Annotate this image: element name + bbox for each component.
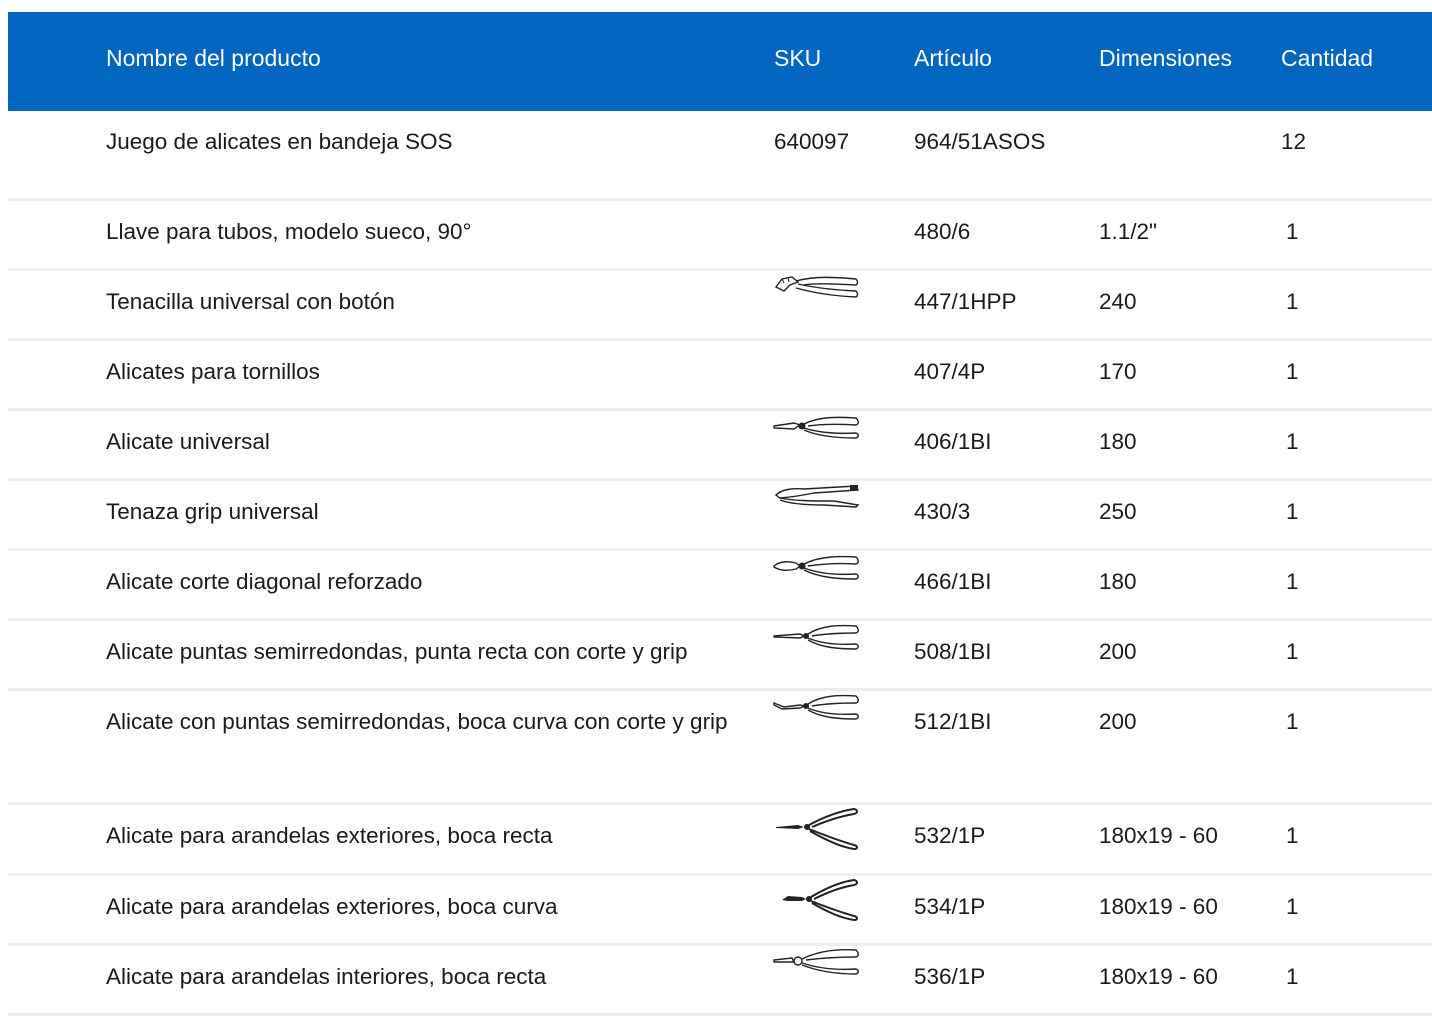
locking-pliers-icon <box>774 483 864 513</box>
product-quantity: 1 <box>1286 289 1299 314</box>
product-sku: 640097 <box>774 129 850 154</box>
product-article: 508/1BI <box>914 639 992 664</box>
product-quantity: 1 <box>1286 219 1299 244</box>
product-quantity: 1 <box>1286 894 1299 919</box>
product-dimensions: 250 <box>1099 499 1137 524</box>
header-article[interactable]: Artículo <box>914 45 992 72</box>
product-dimensions: 180x19 - 60 <box>1099 823 1218 848</box>
table-row: Alicate con puntas semirredondas, boca c… <box>8 691 1432 805</box>
product-dimensions: 200 <box>1099 709 1137 734</box>
product-name: Alicate para arandelas exteriores, boca … <box>106 894 558 919</box>
product-dimensions: 180x19 - 60 <box>1099 894 1218 919</box>
product-quantity: 12 <box>1281 129 1307 154</box>
product-dimensions: 200 <box>1099 639 1137 664</box>
product-article: 466/1BI <box>914 569 992 594</box>
internal-circlip-pliers-icon <box>773 948 864 978</box>
combination-pliers-icon <box>773 413 864 443</box>
product-quantity: 1 <box>1286 823 1299 848</box>
product-article: 406/1BI <box>914 429 992 454</box>
product-article: 964/51ASOS <box>914 129 1046 154</box>
product-dimensions: 180 <box>1099 429 1137 454</box>
table-row: Alicate universal 406/1BI 180 1 <box>8 411 1432 481</box>
table-row: Alicates para tornillos 407/4P 170 1 <box>8 341 1432 411</box>
product-article: 534/1P <box>914 894 986 919</box>
external-circlip-pliers-straight-icon <box>774 807 864 851</box>
table-row: Tenaza grip universal 430/3 250 1 <box>8 481 1432 551</box>
product-dimensions: 170 <box>1099 359 1137 384</box>
product-name: Alicate para arandelas interiores, boca … <box>106 964 547 989</box>
table-row: Alicate corte diagonal reforzado 466/1BI 1… <box>8 551 1432 621</box>
product-article: 532/1P <box>914 823 986 848</box>
product-quantity: 1 <box>1286 639 1299 664</box>
product-quantity: 1 <box>1286 569 1299 594</box>
product-name: Tenacilla universal con botón <box>106 289 395 314</box>
table-body: Juego de alicates en bandeja SOS 640097 96… <box>8 111 1432 1016</box>
external-circlip-pliers-bent-icon <box>774 878 864 922</box>
needle-nose-pliers-icon <box>773 623 864 653</box>
product-quantity: 1 <box>1286 964 1299 989</box>
diagonal-cutter-icon <box>773 553 864 583</box>
product-name: Llave para tubos, modelo sueco, 90° <box>106 219 472 244</box>
product-dimensions: 180x19 - 60 <box>1099 964 1218 989</box>
product-name: Juego de alicates en bandeja SOS <box>106 129 453 154</box>
product-dimensions: 1.1/2" <box>1099 219 1158 244</box>
table-row: Tenacilla universal con botón 447/1HPP 240… <box>8 271 1432 341</box>
table-header: Nombre del producto SKU Artículo Dimensi… <box>8 12 1432 111</box>
product-name: Alicate para arandelas exteriores, boca … <box>106 823 553 848</box>
product-name: Tenaza grip universal <box>106 499 319 524</box>
product-name: Alicate corte diagonal reforzado <box>106 569 423 594</box>
header-sku[interactable]: SKU <box>774 45 821 72</box>
product-dimensions: 240 <box>1099 289 1137 314</box>
table-row: Juego de alicates en bandeja SOS 640097 96… <box>8 111 1432 201</box>
product-quantity: 1 <box>1286 359 1299 384</box>
product-article: 480/6 <box>914 219 971 244</box>
header-name[interactable]: Nombre del producto <box>106 45 321 72</box>
product-table: Nombre del producto SKU Artículo Dimensi… <box>8 12 1432 1016</box>
table-row: Llave para tubos, modelo sueco, 90° 480/6… <box>8 201 1432 271</box>
product-name: Alicate universal <box>106 429 270 454</box>
product-dimensions: 180 <box>1099 569 1137 594</box>
header-quantity[interactable]: Cantidad <box>1281 45 1373 72</box>
product-name: Alicates para tornillos <box>106 359 320 384</box>
bent-nose-pliers-icon <box>773 693 864 723</box>
header-dimensions[interactable]: Dimensiones <box>1099 45 1232 72</box>
table-row: Alicate para arandelas exteriores, boca … <box>8 876 1432 946</box>
table-row: Alicate puntas semirredondas, punta rect… <box>8 621 1432 691</box>
product-name: Alicate puntas semirredondas, punta rect… <box>106 639 688 664</box>
product-article: 407/4P <box>914 359 986 384</box>
product-article: 536/1P <box>914 964 986 989</box>
table-row: Alicate para arandelas exteriores, boca … <box>8 805 1432 876</box>
product-name: Alicate con puntas semirredondas, boca c… <box>106 709 728 734</box>
product-article: 430/3 <box>914 499 971 524</box>
product-quantity: 1 <box>1286 499 1299 524</box>
product-quantity: 1 <box>1286 429 1299 454</box>
table-row: Alicate para arandelas interiores, boca … <box>8 946 1432 1016</box>
product-quantity: 1 <box>1286 709 1299 734</box>
product-article: 512/1BI <box>914 709 992 734</box>
water-pump-pliers-icon <box>774 273 864 303</box>
product-article: 447/1HPP <box>914 289 1017 314</box>
